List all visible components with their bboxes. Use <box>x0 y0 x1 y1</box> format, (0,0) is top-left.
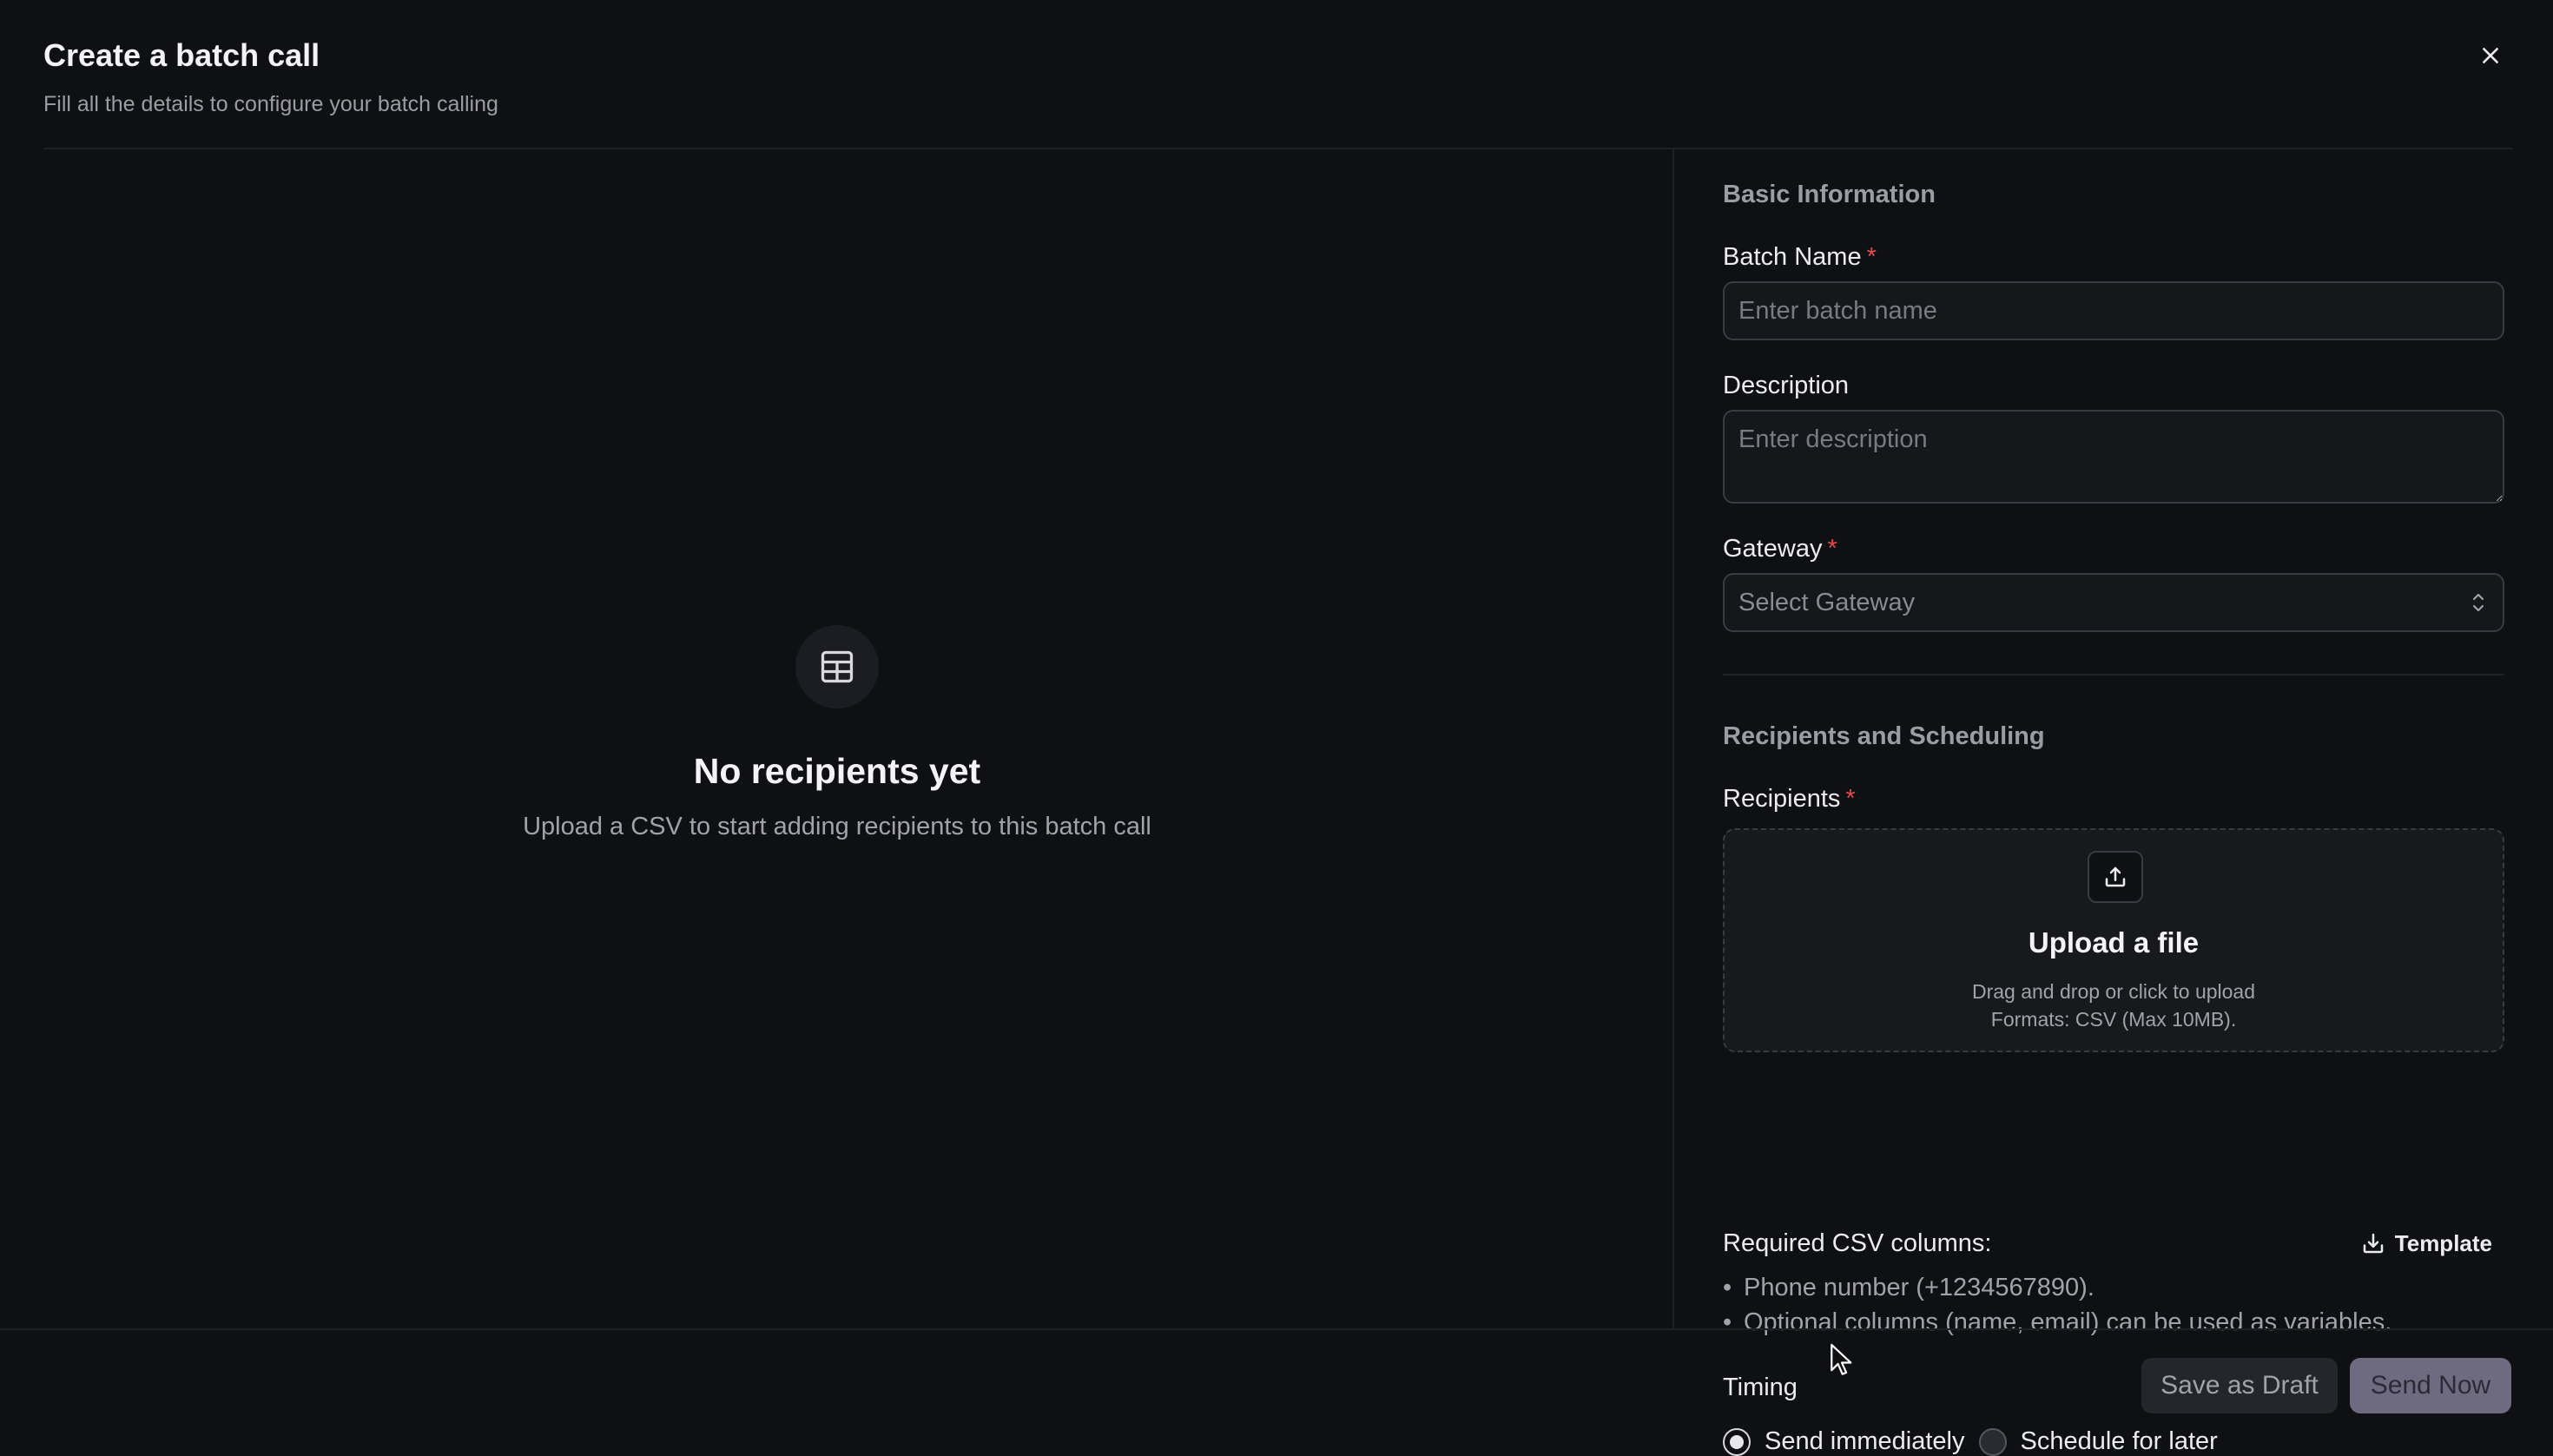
timing-label: Timing <box>1723 1374 1798 1401</box>
upload-icon-container <box>2088 851 2143 903</box>
recipients-label: Recipients * <box>1723 785 1856 813</box>
batch-call-modal: Create a batch call Fill all the details… <box>0 0 2553 1456</box>
modal-title: Create a batch call <box>43 37 320 73</box>
radio-label-schedule-later[interactable]: Schedule for later <box>2021 1427 2218 1456</box>
table-icon <box>821 650 854 683</box>
description-textarea[interactable] <box>1723 410 2504 504</box>
required-marker: * <box>1827 535 1837 563</box>
footer-divider <box>0 1328 2553 1330</box>
gateway-label: Gateway * <box>1723 535 1837 563</box>
recipients-preview-panel: No recipients yet Upload a CSV to start … <box>43 149 1672 1328</box>
modal-subtitle: Fill all the details to configure your b… <box>43 92 498 116</box>
radio-send-immediately[interactable] <box>1723 1427 1751 1456</box>
batch-name-label: Batch Name * <box>1723 243 1877 271</box>
batch-name-input[interactable] <box>1723 281 2504 340</box>
radio-label-send-immediately[interactable]: Send immediately <box>1765 1427 1965 1456</box>
upload-instructions: Drag and drop or click to upload <box>1971 980 2256 1003</box>
close-button[interactable] <box>2471 36 2510 75</box>
upload-formats: Formats: CSV (Max 10MB). <box>1990 1008 2237 1031</box>
download-template-button[interactable]: Template <box>2348 1224 2504 1262</box>
gateway-select-placeholder: Select Gateway <box>1738 588 1916 616</box>
description-label: Description <box>1723 372 1850 399</box>
send-now-button[interactable]: Send Now <box>2350 1358 2511 1413</box>
csv-column-item: • Phone number (+1234567890). <box>1723 1274 2095 1301</box>
download-icon <box>2363 1233 2384 1254</box>
section-title-recipients-scheduling: Recipients and Scheduling <box>1723 722 2045 750</box>
empty-state-subtitle: Upload a CSV to start adding recipients … <box>523 813 1151 840</box>
empty-state-icon-container <box>795 625 879 708</box>
radio-schedule-later[interactable] <box>1978 1427 2007 1456</box>
section-title-basic-information: Basic Information <box>1723 181 1936 208</box>
column-divider <box>1672 149 1674 1328</box>
upload-title: Upload a file <box>2028 926 2200 959</box>
required-marker: * <box>1845 785 1856 813</box>
chevron-up-down-icon <box>2472 593 2484 612</box>
csv-column-item: • Optional columns (name, email) can be u… <box>1723 1308 2392 1336</box>
csv-columns-label: Required CSV columns: <box>1723 1229 1992 1257</box>
template-label: Template <box>2394 1229 2492 1256</box>
csv-upload-dropzone[interactable]: Upload a file Drag and drop or click to … <box>1723 828 2504 1052</box>
upload-icon <box>2105 866 2126 887</box>
timing-radio-group: Send immediately Schedule for later <box>1723 1427 2232 1456</box>
gateway-select[interactable]: Select Gateway <box>1723 573 2504 632</box>
required-marker: * <box>1866 243 1877 271</box>
section-separator <box>1723 674 2504 675</box>
close-icon <box>2483 48 2498 63</box>
save-draft-button[interactable]: Save as Draft <box>2141 1358 2338 1413</box>
empty-state-title: No recipients yet <box>693 751 981 791</box>
mouse-cursor-icon <box>1831 1343 1852 1375</box>
